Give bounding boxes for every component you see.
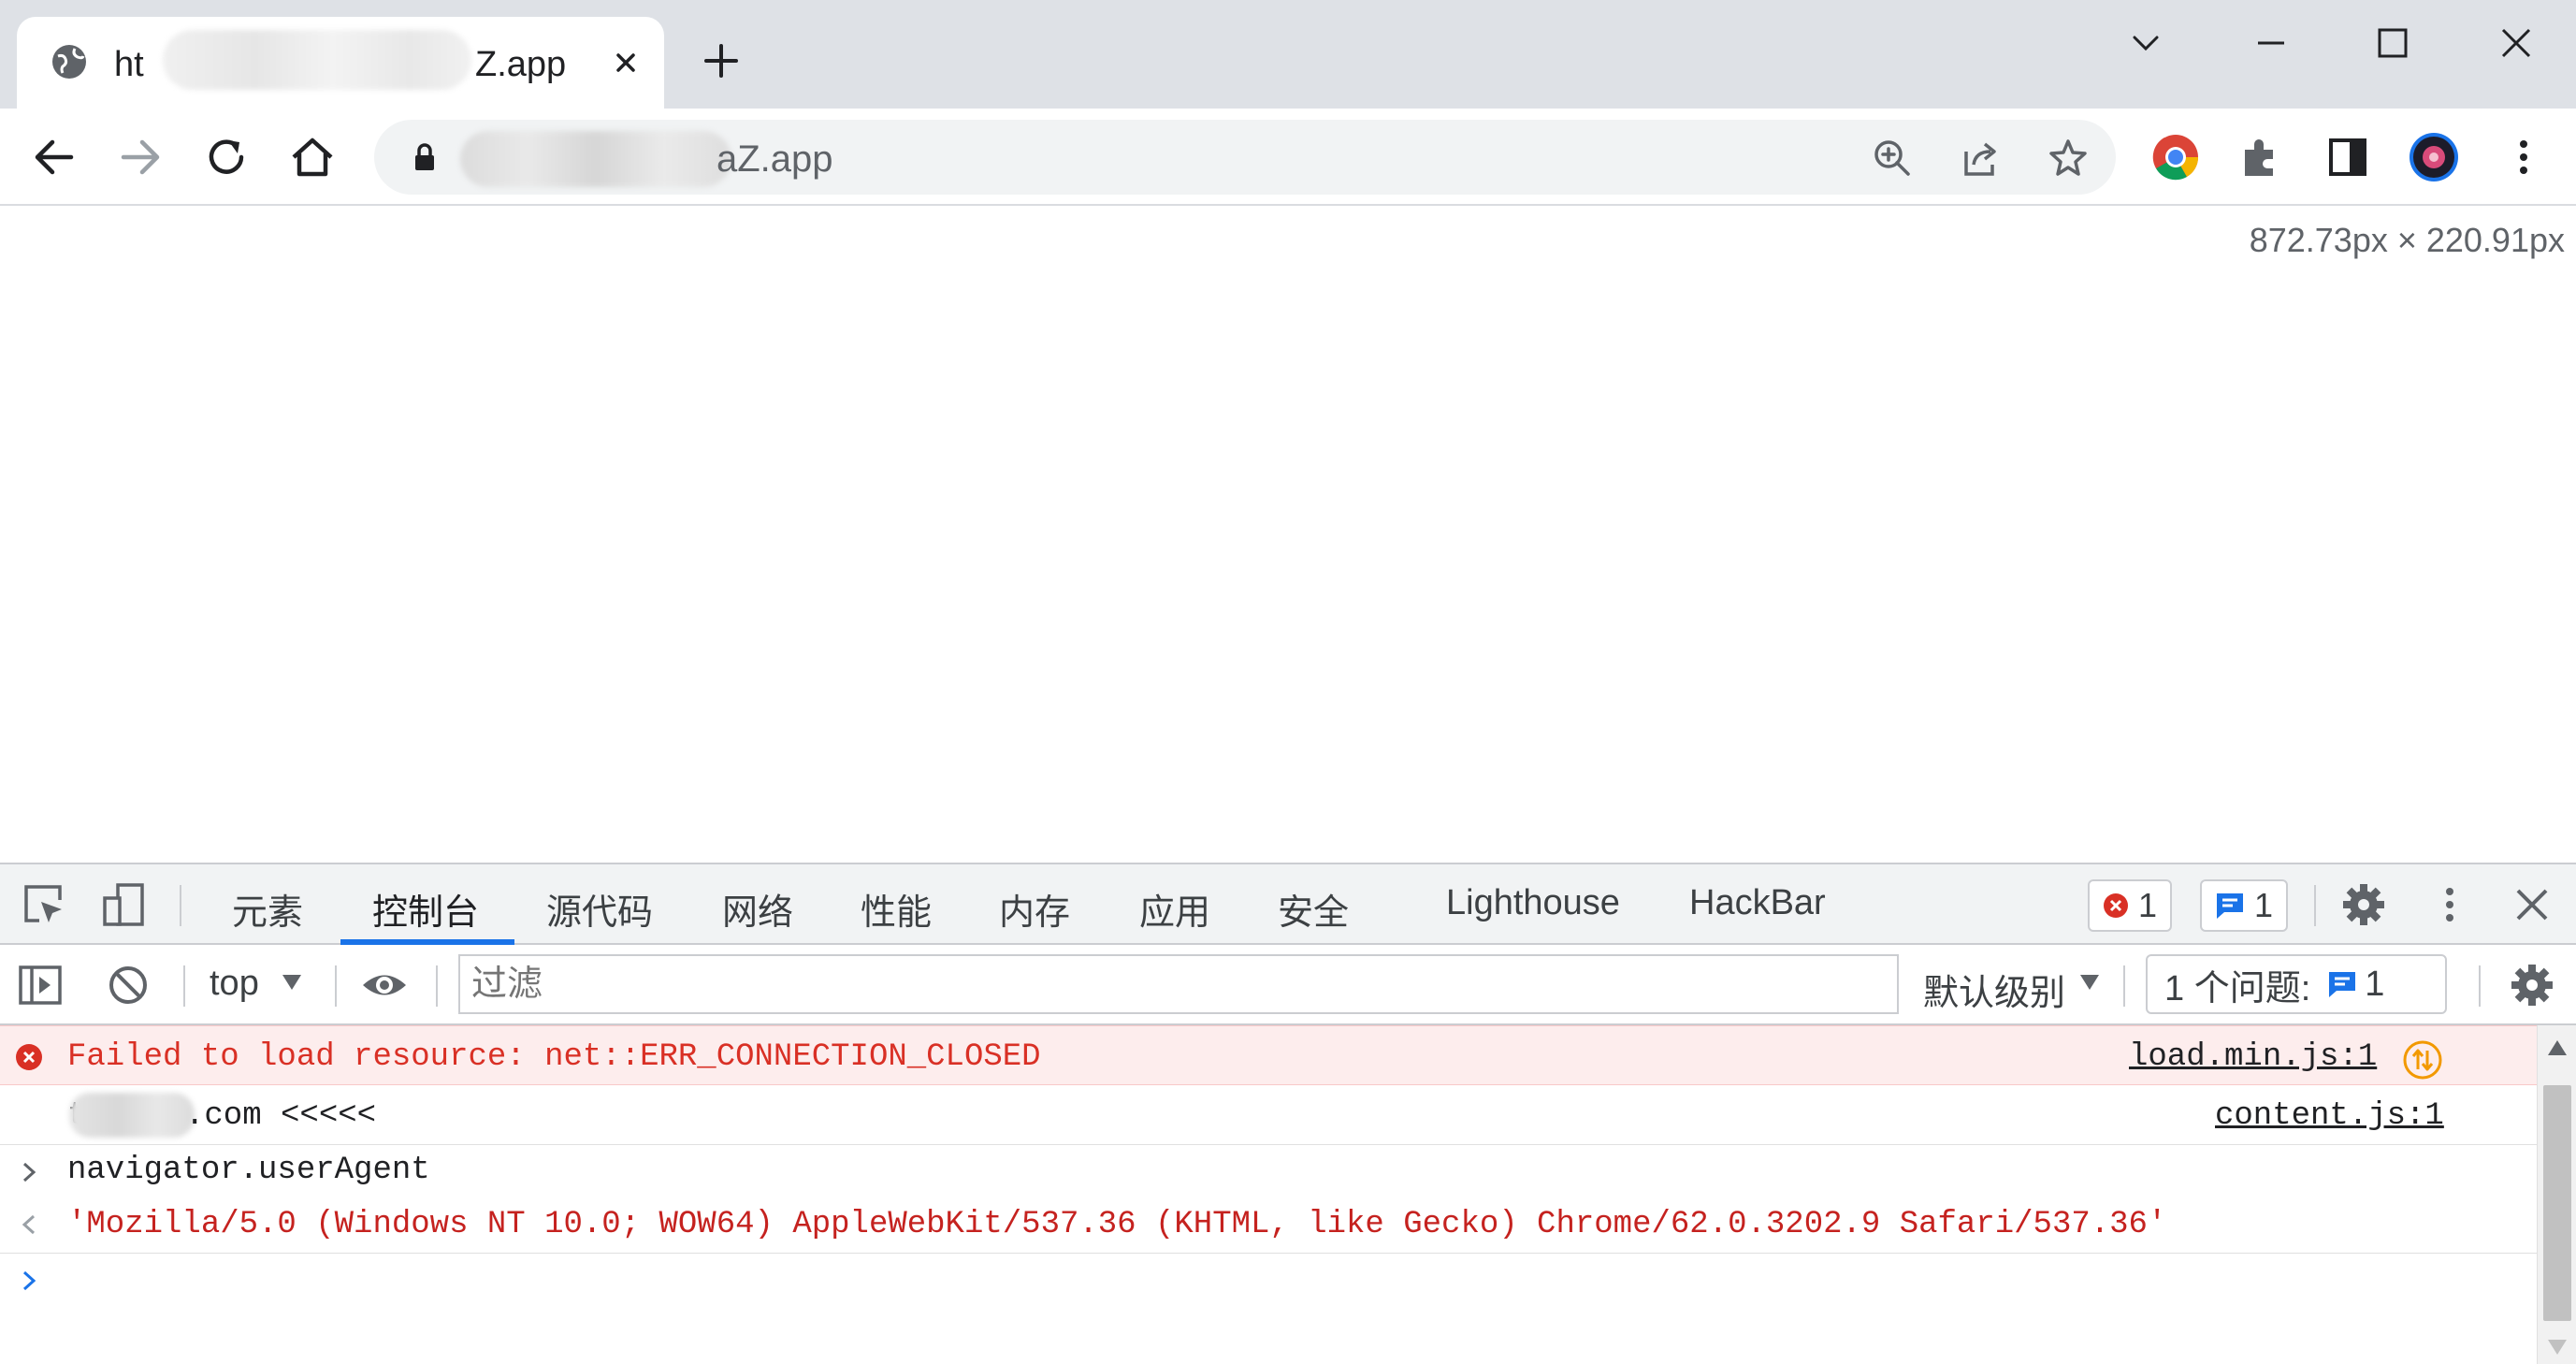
home-icon[interactable] — [286, 131, 339, 183]
console-scrollbar[interactable] — [2537, 1025, 2576, 1364]
settings-gear-icon[interactable] — [2340, 881, 2387, 928]
page-viewport: 872.73px × 220.91px — [0, 208, 2576, 863]
devtools-tab-bar: 元素 控制台 源代码 网络 性能 内存 应用 安全 Lighthouse Hac… — [0, 864, 2576, 945]
issues-button[interactable]: 1 个问题: 1 — [2146, 954, 2447, 1014]
error-message: Failed to load resource: net::ERR_CONNEC… — [67, 1039, 1041, 1075]
profile-avatar-icon[interactable] — [2408, 131, 2460, 183]
separator — [436, 965, 438, 1007]
maximize-icon[interactable] — [2365, 15, 2421, 71]
filter-input[interactable] — [458, 954, 1899, 1014]
console-error-row: Failed to load resource: net::ERR_CONNEC… — [0, 1025, 2537, 1085]
separator — [180, 885, 181, 926]
message-count-badge[interactable]: 1 — [2200, 879, 2289, 932]
reload-icon[interactable] — [200, 131, 253, 183]
browser-toolbar: aZ.app — [0, 109, 2576, 206]
separator — [2479, 965, 2481, 1007]
tab-sources[interactable]: 源代码 — [546, 883, 653, 935]
device-toolbar-icon[interactable] — [101, 881, 148, 928]
dropdown-arrow-icon — [2080, 975, 2099, 990]
redacted-region — [69, 1093, 195, 1138]
share-icon[interactable] — [1959, 137, 2002, 180]
close-tab-icon[interactable] — [608, 45, 644, 80]
issues-count: 1 — [2365, 964, 2385, 1004]
network-request-icon[interactable] — [2402, 1039, 2443, 1081]
separator — [2314, 885, 2316, 926]
separator — [183, 965, 185, 1007]
error-count: 1 — [2138, 886, 2158, 924]
tab-elements[interactable]: 元素 — [232, 883, 303, 935]
error-count-badge[interactable]: 1 — [2088, 879, 2173, 932]
log-level-selector[interactable]: 默认级别 — [1923, 964, 2065, 1015]
scroll-up-icon[interactable] — [2546, 1038, 2569, 1057]
scroll-down-icon[interactable] — [2546, 1338, 2569, 1357]
redacted-region — [460, 131, 731, 187]
error-icon — [2104, 893, 2128, 918]
console-result: 'Mozilla/5.0 (Windows NT 10.0; WOW64) Ap… — [67, 1207, 2167, 1242]
tab-hackbar[interactable]: HackBar — [1689, 883, 1826, 923]
tab-application[interactable]: 应用 — [1139, 883, 1210, 935]
tab-security[interactable]: 安全 — [1278, 883, 1349, 935]
console-log-row: t .com <<<<< content.js:1 — [0, 1085, 2537, 1145]
extensions-icon[interactable] — [2236, 131, 2288, 183]
log-message: .com <<<<< — [185, 1098, 377, 1134]
console-command-row: navigator.userAgent — [0, 1145, 2537, 1197]
show-sidebar-icon[interactable] — [17, 962, 64, 1008]
message-icon — [2217, 893, 2243, 919]
console-prompt-row[interactable] — [0, 1254, 2537, 1310]
console-output: Failed to load resource: net::ERR_CONNEC… — [0, 1025, 2537, 1364]
browser-tab[interactable]: ht Z.app — [17, 17, 664, 109]
context-selector[interactable]: top — [210, 964, 259, 1004]
zoom-icon[interactable] — [1871, 137, 1914, 180]
log-source-link[interactable]: content.js:1 — [2215, 1098, 2444, 1134]
globe-icon — [52, 45, 86, 79]
result-arrow-icon — [22, 1214, 36, 1235]
browser-menu-icon[interactable] — [2497, 131, 2550, 183]
console-toolbar: top 默认级别 1 个问题: 1 — [0, 945, 2576, 1025]
scroll-thumb[interactable] — [2543, 1085, 2571, 1321]
chrome-icon[interactable] — [2149, 131, 2202, 183]
tab-title-suffix: Z.app — [475, 45, 567, 84]
devtools-panel: 元素 控制台 源代码 网络 性能 内存 应用 安全 Lighthouse Hac… — [0, 863, 2576, 1364]
console-result-row: 'Mozilla/5.0 (Windows NT 10.0; WOW64) Ap… — [0, 1197, 2537, 1254]
tab-memory[interactable]: 内存 — [999, 883, 1070, 935]
close-window-icon[interactable] — [2488, 15, 2544, 71]
separator — [335, 965, 337, 1007]
tab-lighthouse[interactable]: Lighthouse — [1446, 883, 1620, 923]
redacted-region — [163, 30, 471, 90]
new-tab-icon[interactable] — [702, 41, 741, 80]
issues-label: 1 个问题: — [2164, 968, 2311, 1008]
chevron-down-icon[interactable] — [2118, 15, 2174, 71]
error-source-link[interactable]: load.min.js:1 — [2129, 1039, 2377, 1075]
url-text[interactable]: aZ.app — [716, 138, 833, 181]
message-icon — [2329, 972, 2356, 997]
console-command: navigator.userAgent — [67, 1153, 430, 1188]
inspect-element-icon[interactable] — [21, 881, 67, 928]
prompt-chevron-icon — [22, 1270, 36, 1291]
console-settings-gear-icon[interactable] — [2509, 962, 2555, 1008]
side-panel-icon[interactable] — [2322, 131, 2374, 183]
tab-title-prefix: ht — [114, 45, 144, 84]
live-expression-eye-icon[interactable] — [361, 962, 408, 1008]
separator — [2123, 965, 2125, 1007]
lock-icon[interactable] — [408, 140, 441, 174]
tab-performance[interactable]: 性能 — [861, 883, 932, 935]
bookmark-star-icon[interactable] — [2047, 137, 2090, 180]
back-icon[interactable] — [28, 131, 80, 183]
dropdown-arrow-icon — [282, 975, 301, 990]
devtools-menu-icon[interactable] — [2426, 881, 2473, 928]
chevron-right-icon — [22, 1162, 36, 1183]
message-count: 1 — [2254, 886, 2274, 924]
error-icon — [16, 1044, 42, 1070]
clear-console-icon[interactable] — [105, 962, 152, 1008]
tab-console[interactable]: 控制台 — [372, 883, 479, 935]
tab-network[interactable]: 网络 — [722, 883, 793, 935]
tab-strip: ht Z.app — [0, 0, 2576, 109]
minimize-icon[interactable] — [2243, 15, 2299, 71]
element-dimensions-label: 872.73px × 220.91px — [2249, 221, 2565, 259]
address-bar[interactable]: aZ.app — [374, 120, 2116, 195]
close-devtools-icon[interactable] — [2509, 881, 2555, 928]
forward-icon[interactable] — [114, 131, 166, 183]
